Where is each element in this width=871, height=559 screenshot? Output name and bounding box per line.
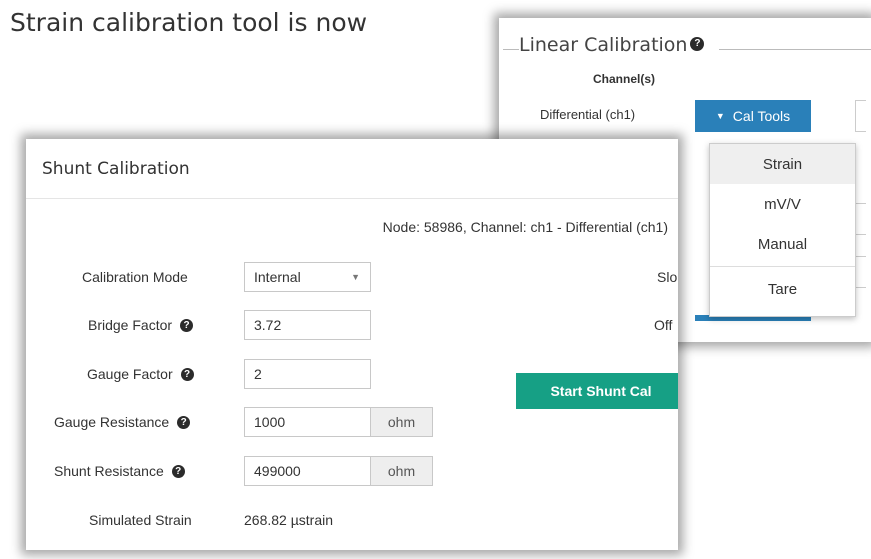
menu-item-mv-v[interactable]: mV/V [710,184,855,224]
clipped-input [855,256,866,288]
channel-name: Differential (ch1) [540,107,636,122]
slope-label: Slo [657,269,678,285]
gauge-factor-input[interactable]: 2 [244,359,371,389]
gauge-resistance-unit: ohm [371,407,433,437]
bridge-factor-label-text: Bridge Factor [88,317,173,333]
calibration-mode-label: Calibration Mode [82,269,188,285]
bridge-factor-input[interactable]: 3.72 [244,310,371,340]
shunt-resistance-label: Shunt Resistance? [54,463,185,479]
help-icon[interactable]: ? [180,318,194,332]
fieldset-border-right [719,49,871,50]
channels-header: Channel(s) [593,72,656,86]
offset-label: Off [654,317,673,333]
gauge-resistance-group: 1000 ohm [244,407,433,437]
calibration-mode-value: Internal [254,269,301,285]
headline-text: Strain calibration tool is now [10,8,368,37]
start-shunt-cal-button[interactable]: Start Shunt Cal [516,373,678,409]
gauge-factor-label: Gauge Factor? [87,366,194,382]
node-channel-info: Node: 58986, Channel: ch1 - Differential… [382,219,668,235]
shunt-resistance-input[interactable]: 499000 [244,456,371,486]
gauge-factor-label-text: Gauge Factor [87,366,173,382]
gauge-resistance-input[interactable]: 1000 [244,407,371,437]
dialog-header: Shunt Calibration [26,139,678,199]
gauge-resistance-label-text: Gauge Resistance [54,414,170,430]
menu-divider [710,266,855,267]
gauge-resistance-label: Gauge Resistance? [54,414,191,430]
menu-item-strain[interactable]: Strain [710,144,855,184]
simulated-strain-label: Simulated Strain [89,512,192,528]
shunt-calibration-dialog: Shunt Calibration Node: 58986, Channel: … [26,139,678,550]
cal-tools-dropdown-menu: Strain mV/V Manual Tare [709,143,856,317]
help-icon[interactable]: ? [171,464,185,478]
cal-tools-button[interactable]: ▼ Cal Tools [695,100,811,132]
shunt-resistance-group: 499000 ohm [244,456,433,486]
shunt-resistance-label-text: Shunt Resistance [54,463,164,479]
fieldset-border-left [503,49,519,50]
caret-down-icon: ▼ [351,272,360,282]
help-icon[interactable]: ? [180,367,194,381]
bridge-factor-label: Bridge Factor? [88,317,194,333]
linear-calibration-title: Linear Calibration? [519,34,705,56]
clipped-input [855,203,866,235]
linear-calibration-title-text: Linear Calibration [519,34,688,56]
dialog-title: Shunt Calibration [42,158,190,179]
menu-item-manual[interactable]: Manual [710,224,855,264]
chevron-down-icon: ▼ [715,111,725,121]
calibration-mode-select[interactable]: Internal ▼ [244,262,371,292]
clipped-input [855,100,866,132]
menu-item-tare[interactable]: Tare [710,269,855,309]
cal-tools-label: Cal Tools [732,108,791,124]
help-icon[interactable]: ? [177,415,191,429]
help-icon[interactable]: ? [690,36,705,51]
shunt-resistance-unit: ohm [371,456,433,486]
simulated-strain-value: 268.82 µstrain [244,512,334,528]
